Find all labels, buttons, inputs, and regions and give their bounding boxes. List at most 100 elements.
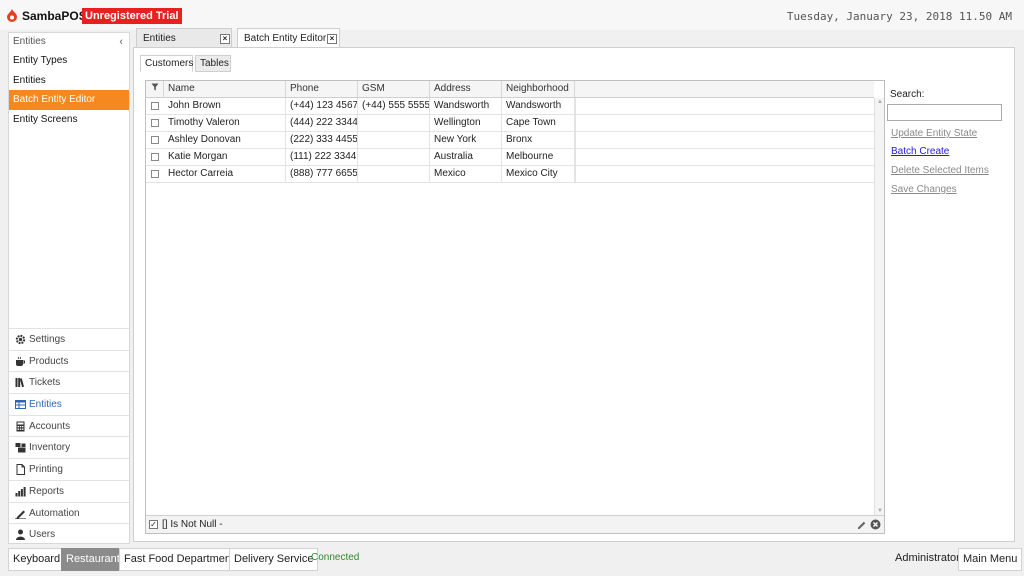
filter-column-header[interactable] (146, 81, 164, 97)
cell-address[interactable]: Australia (430, 149, 502, 165)
section-tickets[interactable]: Tickets (9, 371, 129, 393)
cell-name[interactable]: Timothy Valeron (164, 115, 286, 131)
table-row[interactable]: Timothy Valeron (444) 222 3344 Wellington C… (146, 115, 874, 132)
coffee-icon (16, 356, 25, 366)
section-label: Printing (29, 464, 63, 476)
delete-selected-items-link[interactable]: Delete Selected Items (891, 165, 989, 176)
brand-name: SambaPOS (22, 9, 87, 23)
row-select-checkbox[interactable] (151, 170, 159, 178)
cell-address[interactable]: Mexico (430, 166, 502, 182)
table-row[interactable]: Ashley Donovan (222) 333 4455 New York Bron… (146, 132, 874, 149)
cell-gsm[interactable] (358, 149, 430, 165)
sambapos-logo-icon (7, 9, 17, 22)
column-header-address[interactable]: Address (430, 81, 502, 97)
table-row[interactable]: Hector Carreia (888) 777 6655 Mexico Mexico… (146, 166, 874, 183)
cell-neighborhood[interactable]: Bronx (502, 132, 575, 148)
table-row[interactable]: John Brown (+44) 123 4567 (+44) 555 5555 Wa… (146, 98, 874, 115)
tab-label: Batch Entity Editor (244, 33, 327, 44)
section-inventory[interactable]: Inventory (9, 436, 129, 458)
save-changes-link[interactable]: Save Changes (891, 184, 957, 195)
vertical-scrollbar[interactable]: ▲ ▼ (874, 98, 884, 515)
column-header-neighborhood[interactable]: Neighborhood (502, 81, 575, 97)
sidebar-item-batch-entity-editor[interactable]: Batch Entity Editor (9, 90, 129, 110)
update-entity-state-link[interactable]: Update Entity State (891, 128, 977, 139)
section-products[interactable]: Products (9, 349, 129, 372)
cell-address[interactable]: Wandsworth (430, 98, 502, 114)
section-label: Reports (29, 485, 65, 497)
cell-name[interactable]: Ashley Donovan (164, 132, 286, 148)
search-input[interactable] (887, 104, 1002, 121)
cell-name[interactable]: Katie Morgan (164, 149, 286, 165)
table-row[interactable]: Katie Morgan (111) 222 3344 Australia Melbo… (146, 149, 874, 166)
document-icon (16, 464, 25, 476)
inventory-icon (15, 443, 26, 453)
row-select-checkbox[interactable] (151, 153, 159, 161)
cell-neighborhood[interactable]: Cape Town (502, 115, 575, 131)
close-icon[interactable]: × (327, 34, 337, 44)
section-reports[interactable]: Reports (9, 479, 129, 502)
cell-gsm[interactable]: (+44) 555 5555 (358, 98, 430, 114)
row-filler (575, 166, 576, 182)
department-restaurant-button[interactable]: Restaurant (61, 548, 125, 571)
keyboard-button[interactable]: Keyboard (8, 548, 66, 571)
cell-neighborhood[interactable]: Melbourne (502, 149, 575, 165)
column-header-phone[interactable]: Phone (286, 81, 358, 97)
department-fast-food-button[interactable]: Fast Food Department (119, 548, 240, 571)
sidebar-item-entity-screens[interactable]: Entity Screens (9, 110, 129, 130)
section-accounts[interactable]: Accounts (9, 414, 129, 437)
cell-phone[interactable]: (+44) 123 4567 (286, 98, 358, 114)
current-user: Administrator (895, 552, 960, 564)
calculator-icon (16, 421, 25, 432)
close-icon[interactable]: × (220, 34, 230, 44)
section-entities[interactable]: Entities (9, 393, 129, 415)
main-menu-button[interactable]: Main Menu (958, 548, 1023, 571)
cell-gsm[interactable] (358, 115, 430, 131)
cell-neighborhood[interactable]: Mexico City (502, 166, 575, 182)
connection-status: Connected (311, 552, 360, 563)
column-header-name[interactable]: Name (164, 81, 286, 97)
search-label: Search: (890, 89, 925, 100)
row-select-checkbox[interactable] (151, 102, 159, 110)
cell-address[interactable]: Wellington (430, 115, 502, 131)
scroll-up-arrow-icon[interactable]: ▲ (877, 99, 883, 105)
filter-expression[interactable]: [] Is Not Null - (162, 519, 223, 530)
cell-address[interactable]: New York (430, 132, 502, 148)
section-printing[interactable]: Printing (9, 458, 129, 480)
row-select-checkbox[interactable] (151, 136, 159, 144)
cell-phone[interactable]: (222) 333 4455 (286, 132, 358, 148)
sidebar-title: Entities (13, 36, 46, 47)
tab-customers[interactable]: Customers (140, 55, 193, 72)
section-automation[interactable]: Automation (9, 501, 129, 524)
section-label: Settings (29, 334, 66, 345)
cell-phone[interactable]: (888) 777 6655 (286, 166, 358, 182)
cell-phone[interactable]: (444) 222 3344 (286, 115, 358, 131)
section-users[interactable]: Users (9, 523, 129, 545)
collapse-sidebar-button[interactable]: ‹ (119, 33, 123, 51)
batch-create-link[interactable]: Batch Create (891, 146, 949, 157)
row-select-checkbox[interactable] (151, 119, 159, 127)
edit-filter-icon[interactable] (857, 520, 867, 530)
datetime-display: Tuesday, January 23, 2018 11.50 AM (786, 10, 1012, 23)
cell-name[interactable]: Hector Carreia (164, 166, 286, 182)
filter-icon (151, 83, 159, 91)
cell-neighborhood[interactable]: Wandsworth (502, 98, 575, 114)
section-settings[interactable]: Settings (9, 328, 129, 350)
department-delivery-button[interactable]: Delivery Service (229, 548, 319, 571)
section-label: Accounts (29, 420, 71, 432)
trial-badge: Unregistered Trial (82, 8, 182, 24)
status-bar: Keyboard Restaurant Fast Food Department… (0, 545, 1024, 576)
column-header-gsm[interactable]: GSM (358, 81, 430, 97)
cell-gsm[interactable] (358, 132, 430, 148)
cell-phone[interactable]: (111) 222 3344 (286, 149, 358, 165)
tab-tables[interactable]: Tables (195, 55, 231, 72)
tab-entities[interactable]: Entities × (136, 28, 232, 48)
sidebar-item-entities[interactable]: Entities (9, 71, 129, 91)
grid-header: Name Phone GSM Address Neighborhood (146, 81, 874, 98)
scroll-down-arrow-icon[interactable]: ▼ (877, 508, 883, 514)
clear-filter-icon[interactable] (870, 519, 881, 530)
tab-batch-entity-editor[interactable]: Batch Entity Editor × (237, 28, 340, 48)
filter-enabled-checkbox[interactable]: ✓ (149, 520, 158, 529)
sidebar-item-entity-types[interactable]: Entity Types (9, 51, 129, 71)
cell-name[interactable]: John Brown (164, 98, 286, 114)
cell-gsm[interactable] (358, 166, 430, 182)
